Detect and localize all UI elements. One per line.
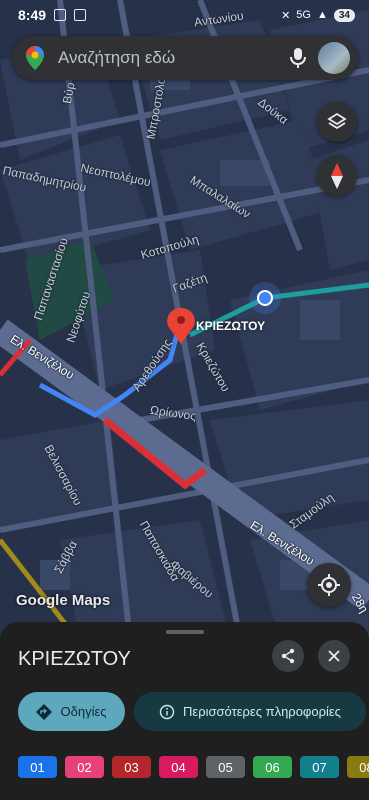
drag-handle[interactable] xyxy=(166,630,204,634)
transit-line-chip[interactable]: 05 xyxy=(206,756,245,778)
more-info-button[interactable]: Περισσότερες πληροφορίες xyxy=(134,692,366,731)
my-location-icon xyxy=(318,574,340,596)
notification-icon-2 xyxy=(74,9,87,21)
transit-line-chip[interactable]: 06 xyxy=(253,756,292,778)
transit-lines: 01 02 03 04 05 06 07 08 xyxy=(18,756,369,778)
microphone-icon[interactable] xyxy=(288,47,308,69)
status-bar: 8:49 ✕ 5G ▲ 34 xyxy=(0,0,369,30)
status-time: 8:49 xyxy=(18,7,47,23)
transit-line-chip[interactable]: 02 xyxy=(65,756,104,778)
map-canvas[interactable] xyxy=(0,0,369,640)
transit-line-chip[interactable]: 08 xyxy=(347,756,369,778)
search-input[interactable]: Αναζήτηση εδώ xyxy=(58,48,288,68)
share-icon xyxy=(281,648,295,664)
layers-icon xyxy=(327,112,347,130)
directions-label: Οδηγίες xyxy=(60,704,107,719)
my-location-button[interactable] xyxy=(307,563,351,607)
sheet-title: ΚΡΙΕΖΩΤΟΥ xyxy=(18,648,131,670)
close-icon xyxy=(328,650,340,662)
map-view[interactable] xyxy=(0,0,369,640)
compass-icon xyxy=(331,163,343,189)
more-info-label: Περισσότερες πληροφορίες xyxy=(183,704,341,719)
google-maps-logo: Google Maps xyxy=(16,592,111,609)
compass-button[interactable] xyxy=(317,156,357,196)
battery-indicator: 34 xyxy=(333,8,355,22)
info-icon xyxy=(159,704,175,719)
directions-icon xyxy=(36,703,53,720)
avatar[interactable] xyxy=(318,42,350,74)
layers-button[interactable] xyxy=(317,102,357,142)
directions-button[interactable]: Οδηγίες xyxy=(18,692,125,731)
notification-icon xyxy=(54,9,67,21)
bottom-sheet: ΚΡΙΕΖΩΤΟΥ Οδηγίες Περισσότερες πληροφορί… xyxy=(0,622,369,800)
network-label: 5G xyxy=(296,9,311,21)
mute-icon: ✕ xyxy=(281,9,291,22)
transit-line-chip[interactable]: 03 xyxy=(112,756,151,778)
share-button[interactable] xyxy=(272,640,304,672)
transit-line-chip[interactable]: 04 xyxy=(159,756,198,778)
transit-line-chip[interactable]: 01 xyxy=(18,756,57,778)
maps-pin-icon xyxy=(26,46,44,70)
place-label[interactable]: ΚΡΙΕΖΩΤΟΥ xyxy=(196,319,265,333)
signal-icon: ▲ xyxy=(316,9,328,21)
search-bar[interactable]: Αναζήτηση εδώ xyxy=(12,36,358,80)
transit-line-chip[interactable]: 07 xyxy=(300,756,339,778)
close-button[interactable] xyxy=(318,640,350,672)
